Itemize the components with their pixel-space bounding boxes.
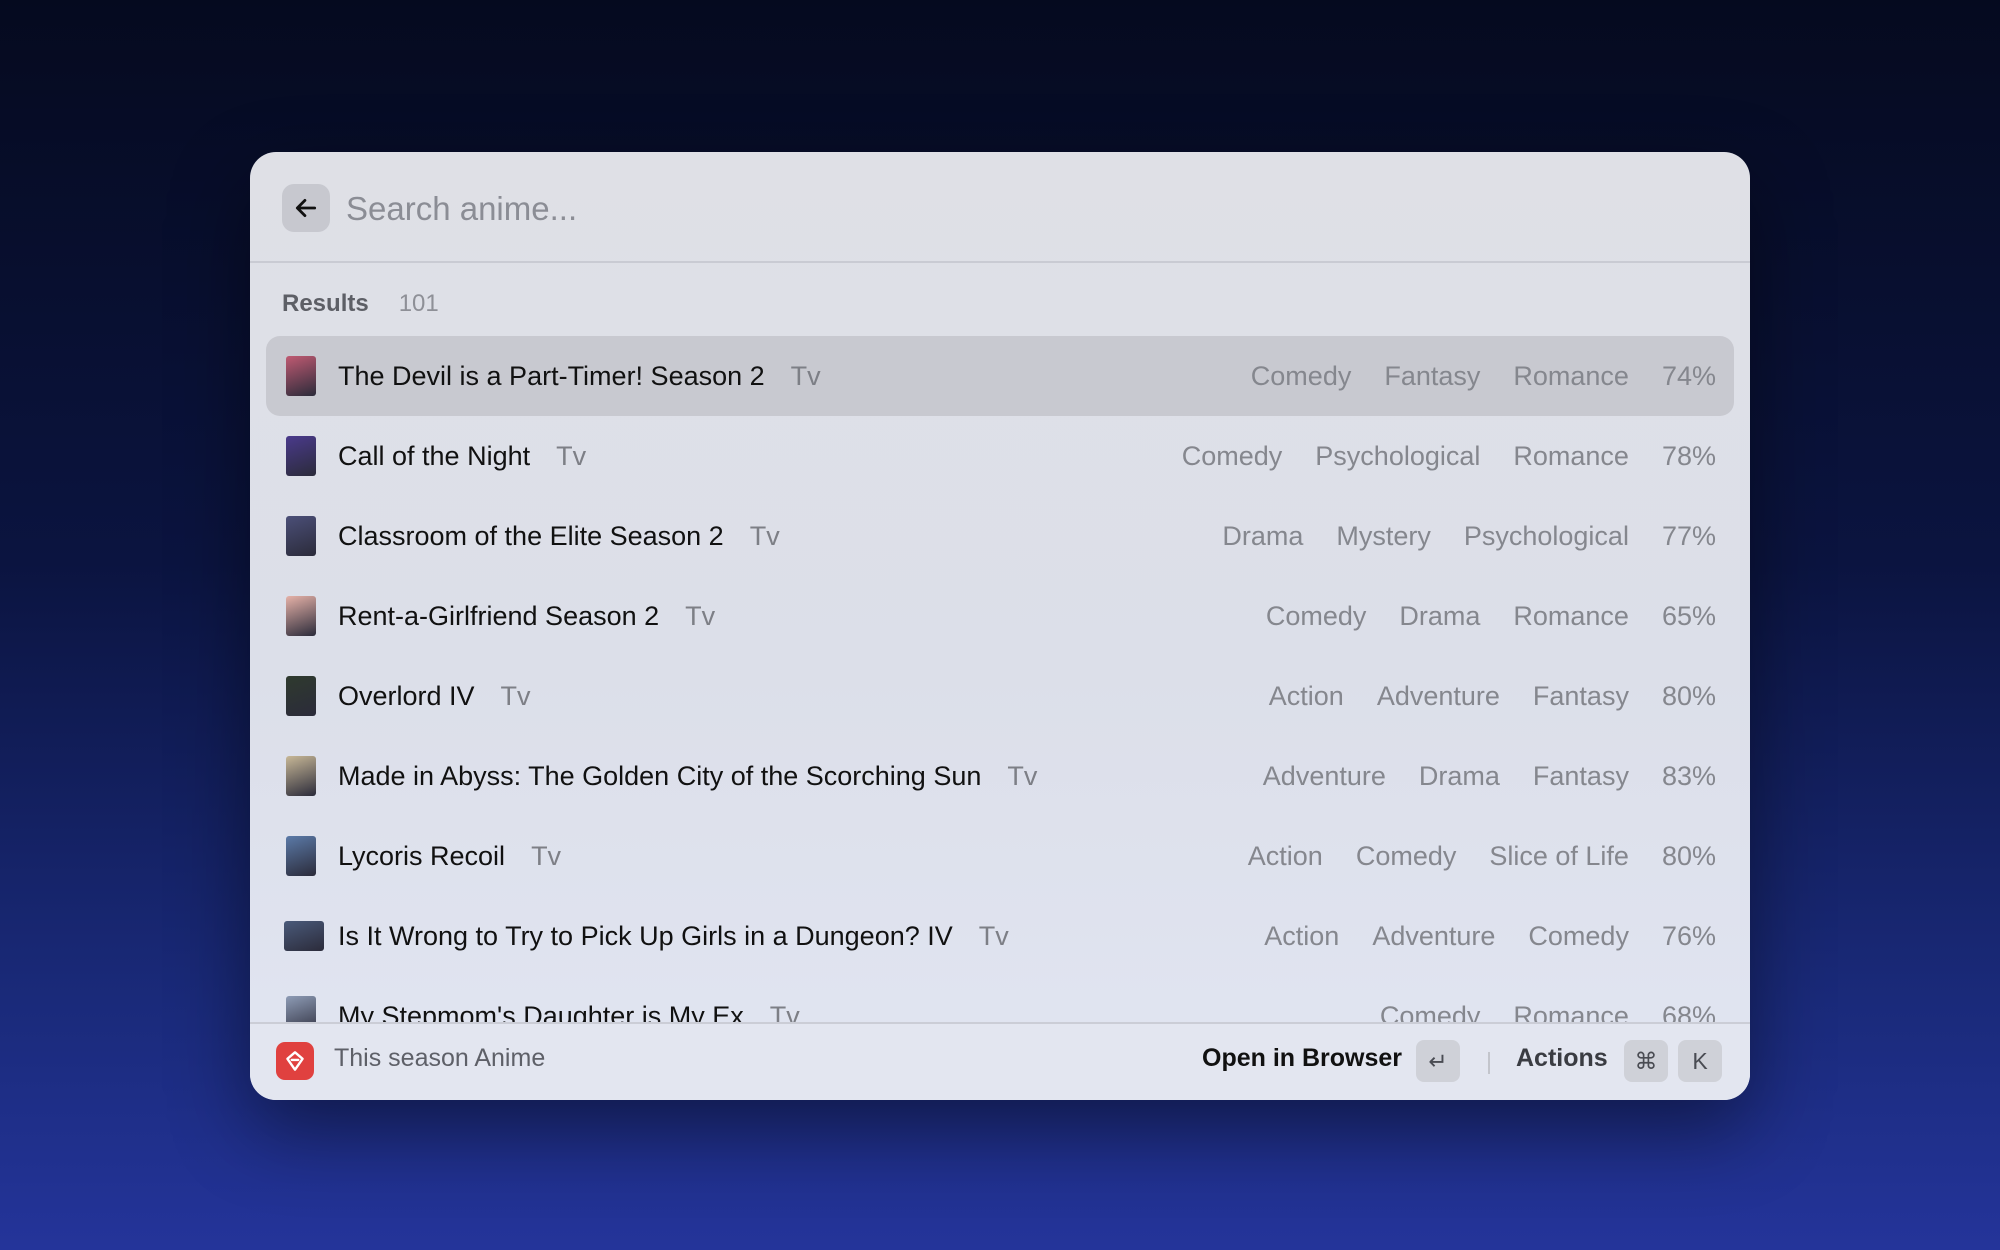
score-label: 65% (1661, 600, 1716, 631)
poster-thumbnail (286, 836, 316, 876)
poster-thumbnail (286, 596, 316, 636)
genre-tag: Drama (1399, 600, 1481, 631)
k-key: K (1678, 1040, 1722, 1082)
footer-divider (1488, 1052, 1490, 1074)
item-title: Is It Wrong to Try to Pick Up Girls in a… (338, 920, 953, 951)
footer-bar: This season Anime Open in Browser ↵ Acti… (250, 1022, 1750, 1100)
score-label: 80% (1661, 840, 1716, 871)
poster-thumbnail (284, 921, 324, 951)
genre-tag: Fantasy (1384, 360, 1481, 391)
genre-tag: Psychological (1463, 520, 1629, 551)
item-title: Classroom of the Elite Season 2 (338, 520, 724, 551)
poster-thumbnail (286, 356, 316, 396)
item-type: Tv (685, 600, 716, 631)
poster-thumbnail (286, 516, 316, 556)
extension-name: This season Anime (334, 1044, 546, 1072)
item-type: Tv (556, 440, 587, 471)
genre-tag: Comedy (1265, 600, 1367, 631)
genre-tag: Romance (1513, 440, 1629, 471)
results-list: The Devil is a Part-Timer! Season 2 Tv Com… (266, 336, 1734, 1022)
arrow-left-icon (295, 199, 317, 217)
list-item[interactable]: Classroom of the Elite Season 2 Tv Drama My… (266, 496, 1734, 576)
search-bar (250, 152, 1750, 263)
list-item[interactable]: Lycoris Recoil Tv Action Comedy Slice of Lif… (266, 816, 1734, 896)
item-title: The Devil is a Part-Timer! Season 2 (338, 360, 765, 391)
list-item[interactable]: Made in Abyss: The Golden City of the Sc… (266, 736, 1734, 816)
genre-tag: Comedy (1250, 360, 1352, 391)
score-label: 78% (1661, 440, 1716, 471)
item-type: Tv (500, 680, 531, 711)
poster-thumbnail (286, 436, 316, 476)
item-type: Tv (769, 1000, 800, 1023)
genre-tag: Slice of Life (1489, 840, 1629, 871)
actions-button[interactable]: Actions (1516, 1044, 1608, 1073)
genre-tag: Romance (1513, 1000, 1629, 1023)
genre-tag: Adventure (1372, 920, 1496, 951)
poster-thumbnail (286, 996, 316, 1022)
genre-tag: Action (1264, 920, 1340, 951)
item-title: Rent-a-Girlfriend Season 2 (338, 600, 660, 631)
item-title: Overlord IV (338, 680, 475, 711)
extension-logo-icon (286, 1051, 304, 1071)
genre-tag: Fantasy (1532, 680, 1629, 711)
list-item[interactable]: Rent-a-Girlfriend Season 2 Tv Comedy Drama R… (266, 576, 1734, 656)
item-type: Tv (790, 360, 821, 391)
item-title: Made in Abyss: The Golden City of the Sc… (338, 760, 982, 791)
item-title: Call of the Night (338, 440, 531, 471)
score-label: 68% (1661, 1000, 1716, 1023)
genre-tag: Psychological (1315, 440, 1481, 471)
genre-tag: Adventure (1376, 680, 1500, 711)
score-label: 77% (1661, 520, 1716, 551)
open-in-browser-button[interactable]: Open in Browser (1202, 1044, 1402, 1073)
genre-tag: Drama (1418, 760, 1500, 791)
command-key-icon: ⌘ (1624, 1040, 1668, 1082)
score-label: 76% (1661, 920, 1716, 951)
poster-thumbnail (286, 756, 316, 796)
item-title: My Stepmom's Daughter is My Ex (338, 1000, 744, 1023)
genre-tag: Fantasy (1532, 760, 1629, 791)
search-input[interactable] (344, 178, 1708, 240)
genre-tag: Romance (1513, 360, 1629, 391)
genre-tag: Comedy (1355, 840, 1457, 871)
item-type: Tv (978, 920, 1009, 951)
genre-tag: Romance (1513, 600, 1629, 631)
return-key-icon: ↵ (1416, 1040, 1460, 1082)
back-button[interactable] (282, 184, 330, 232)
genre-tag: Action (1247, 840, 1323, 871)
poster-thumbnail (286, 676, 316, 716)
score-label: 80% (1661, 680, 1716, 711)
item-title: Lycoris Recoil (338, 840, 506, 871)
genre-tag: Comedy (1528, 920, 1629, 951)
genre-tag: Adventure (1262, 760, 1386, 791)
item-type: Tv (531, 840, 562, 871)
list-item[interactable]: The Devil is a Part-Timer! Season 2 Tv Com… (266, 336, 1734, 416)
results-section-header: Results 101 (282, 290, 439, 318)
item-type: Tv (1007, 760, 1038, 791)
genre-tag: Comedy (1379, 1000, 1481, 1023)
launcher-window: Results 101 The Devil is a Part-Timer! S… (250, 152, 1750, 1100)
genre-tag: Comedy (1181, 440, 1283, 471)
list-item[interactable]: Is It Wrong to Try to Pick Up Girls in a… (266, 896, 1734, 976)
genre-tag: Drama (1222, 520, 1304, 551)
results-label: Results (282, 290, 369, 317)
list-item[interactable]: My Stepmom's Daughter is My Ex Tv Comedy Ro… (266, 976, 1734, 1022)
item-type: Tv (749, 520, 780, 551)
results-count: 101 (398, 290, 439, 317)
list-item[interactable]: Overlord IV Tv Action Adventure Fantasy 80% (266, 656, 1734, 736)
score-label: 74% (1661, 360, 1716, 391)
genre-tag: Action (1268, 680, 1344, 711)
extension-icon (276, 1042, 314, 1080)
genre-tag: Mystery (1336, 520, 1431, 551)
score-label: 83% (1661, 760, 1716, 791)
list-item[interactable]: Call of the Night Tv Comedy Psychological Ro… (266, 416, 1734, 496)
